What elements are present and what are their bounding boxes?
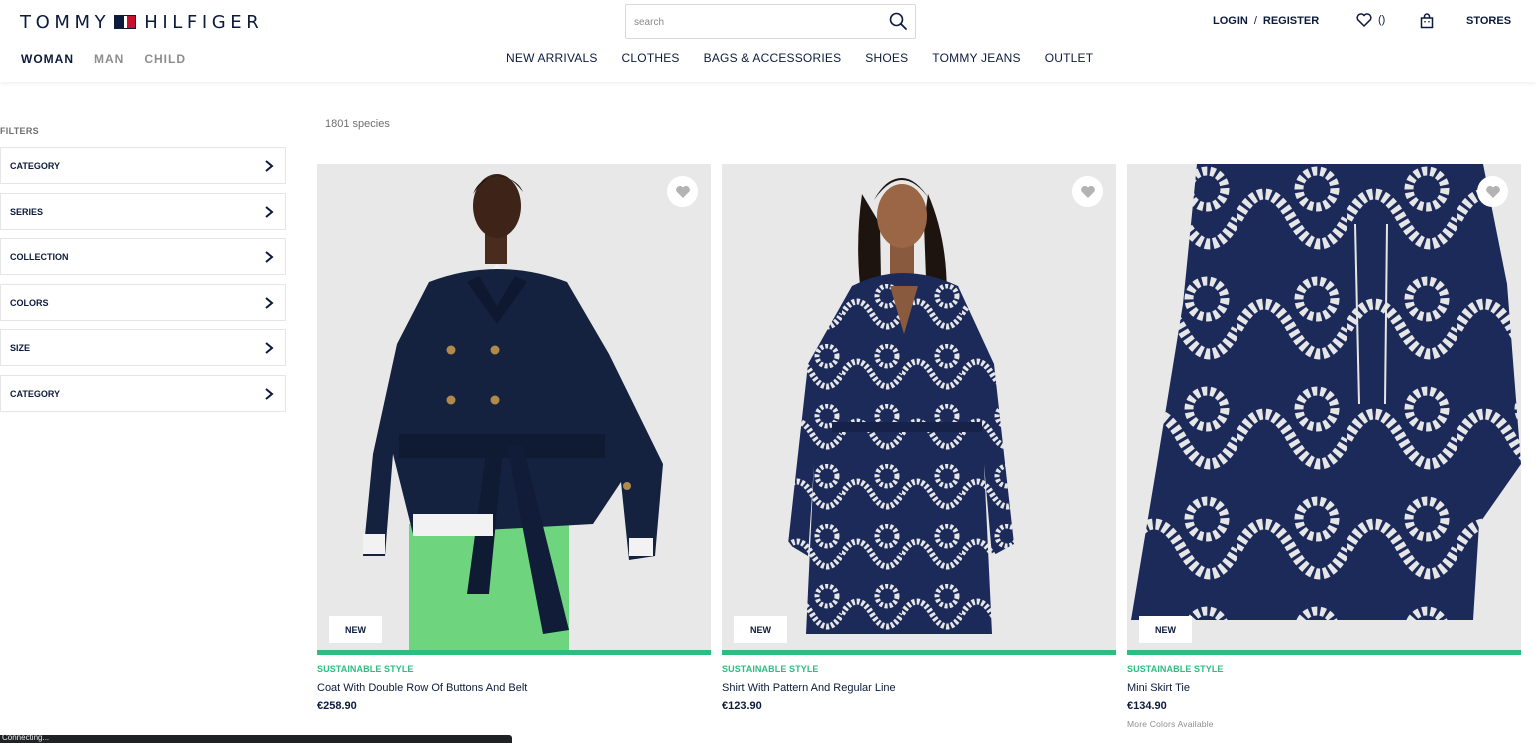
chevron-right-icon — [265, 296, 274, 309]
filter-label: SIZE — [10, 343, 31, 353]
product-price: €134.90 — [1127, 700, 1167, 712]
product-card[interactable]: NEW SUSTAINABLE STYLE Mini Skirt Tie €13… — [1127, 164, 1521, 729]
chevron-right-icon — [265, 160, 274, 172]
logo-text-left: TOMMY — [20, 11, 111, 33]
tab-woman[interactable]: WOMAN — [21, 52, 74, 66]
filter-category[interactable]: CATEGORY — [0, 147, 286, 184]
login-link[interactable]: LOGIN — [1213, 15, 1248, 27]
product-price: €258.90 — [317, 700, 357, 712]
product-photo-dress — [722, 164, 1116, 650]
sustainable-bar — [722, 650, 1116, 655]
tab-man[interactable]: MAN — [94, 52, 124, 66]
chevron-right-icon — [265, 387, 274, 400]
browser-status-bar: Connecting... — [0, 733, 512, 743]
filter-label: COLORS — [10, 297, 49, 308]
filter-category-2[interactable]: CATEGORY — [0, 374, 286, 412]
sustainable-bar — [1127, 650, 1521, 655]
nav-tommy-jeans[interactable]: TOMMY JEANS — [932, 51, 1020, 65]
status-text: Connecting... — [2, 733, 50, 742]
filter-series[interactable]: SERIES — [0, 192, 286, 230]
search-input[interactable] — [634, 13, 884, 31]
main-nav: NEW ARRIVALS CLOTHES BAGS & ACCESSORIES … — [506, 51, 1093, 65]
chevron-right-icon — [265, 205, 274, 218]
filter-label: COLLECTION — [10, 252, 69, 262]
chevron-right-icon — [265, 342, 274, 354]
product-image[interactable]: NEW — [1127, 164, 1521, 650]
product-photo-coat — [317, 164, 711, 650]
product-image[interactable]: NEW — [317, 164, 711, 650]
register-link[interactable]: REGISTER — [1263, 15, 1319, 27]
nav-bags-accessories[interactable]: BAGS & ACCESSORIES — [704, 51, 842, 65]
filter-label: CATEGORY — [10, 388, 61, 399]
account-links: LOGIN / REGISTER — [1213, 15, 1319, 27]
filters-title: FILTERS — [0, 126, 39, 136]
filter-size[interactable]: SIZE — [0, 329, 286, 366]
add-to-wishlist-button[interactable] — [1477, 176, 1508, 207]
filter-list: CATEGORY SERIES COLLECTION COLORS SIZE C… — [0, 147, 286, 420]
product-photo-skirt — [1127, 164, 1521, 650]
product-image[interactable]: NEW — [722, 164, 1116, 650]
nav-outlet[interactable]: OUTLET — [1045, 51, 1094, 65]
search-icon[interactable] — [888, 11, 908, 31]
heart-icon — [1356, 13, 1372, 27]
filter-collection[interactable]: COLLECTION — [0, 238, 286, 275]
flag-icon — [114, 15, 137, 29]
product-tag: SUSTAINABLE STYLE — [1127, 664, 1224, 674]
nav-clothes[interactable]: CLOTHES — [622, 51, 680, 65]
product-card[interactable]: NEW SUSTAINABLE STYLE Shirt With Pattern… — [722, 164, 1116, 712]
account-separator: / — [1253, 15, 1257, 27]
sustainable-bar — [317, 650, 711, 655]
more-colors-note: More Colors Available — [1127, 719, 1214, 729]
logo-text-right: HILFIGER — [144, 11, 264, 33]
page: TOMMY HILFIGER WOMAN MAN CHILD NEW ARRIV… — [0, 0, 1536, 743]
bag-icon — [1420, 13, 1434, 29]
heart-icon — [1080, 185, 1095, 198]
product-price: €123.90 — [722, 700, 762, 712]
stores-link[interactable]: STORES — [1466, 15, 1511, 27]
add-to-wishlist-button[interactable] — [1072, 176, 1103, 207]
product-name[interactable]: Mini Skirt Tie — [1127, 682, 1521, 694]
brand-logo[interactable]: TOMMY HILFIGER — [20, 11, 263, 33]
site-header: TOMMY HILFIGER WOMAN MAN CHILD NEW ARRIV… — [0, 0, 1536, 82]
filter-colors[interactable]: COLORS — [0, 283, 286, 321]
shopping-bag-button[interactable] — [1419, 13, 1435, 34]
heart-icon — [675, 185, 690, 198]
new-badge: NEW — [329, 616, 382, 643]
nav-shoes[interactable]: SHOES — [865, 51, 908, 65]
heart-icon — [1485, 185, 1500, 198]
product-name[interactable]: Coat With Double Row Of Buttons And Belt — [317, 682, 711, 694]
wishlist-button[interactable]: () — [1356, 13, 1385, 27]
product-count: 1801 species — [325, 118, 390, 130]
product-name[interactable]: Shirt With Pattern And Regular Line — [722, 682, 1116, 694]
product-tag: SUSTAINABLE STYLE — [722, 664, 819, 674]
tab-child[interactable]: CHILD — [144, 52, 186, 66]
new-badge: NEW — [734, 616, 787, 643]
search-box — [625, 4, 916, 39]
filter-label: CATEGORY — [10, 161, 61, 171]
gender-nav: WOMAN MAN CHILD — [21, 52, 186, 66]
product-card[interactable]: NEW SUSTAINABLE STYLE Coat With Double R… — [317, 164, 711, 712]
add-to-wishlist-button[interactable] — [667, 176, 698, 207]
nav-new-arrivals[interactable]: NEW ARRIVALS — [506, 51, 598, 65]
filter-label: SERIES — [10, 206, 44, 217]
wishlist-count: () — [1378, 14, 1386, 26]
chevron-right-icon — [265, 251, 274, 263]
product-tag: SUSTAINABLE STYLE — [317, 664, 414, 674]
new-badge: NEW — [1139, 616, 1192, 643]
